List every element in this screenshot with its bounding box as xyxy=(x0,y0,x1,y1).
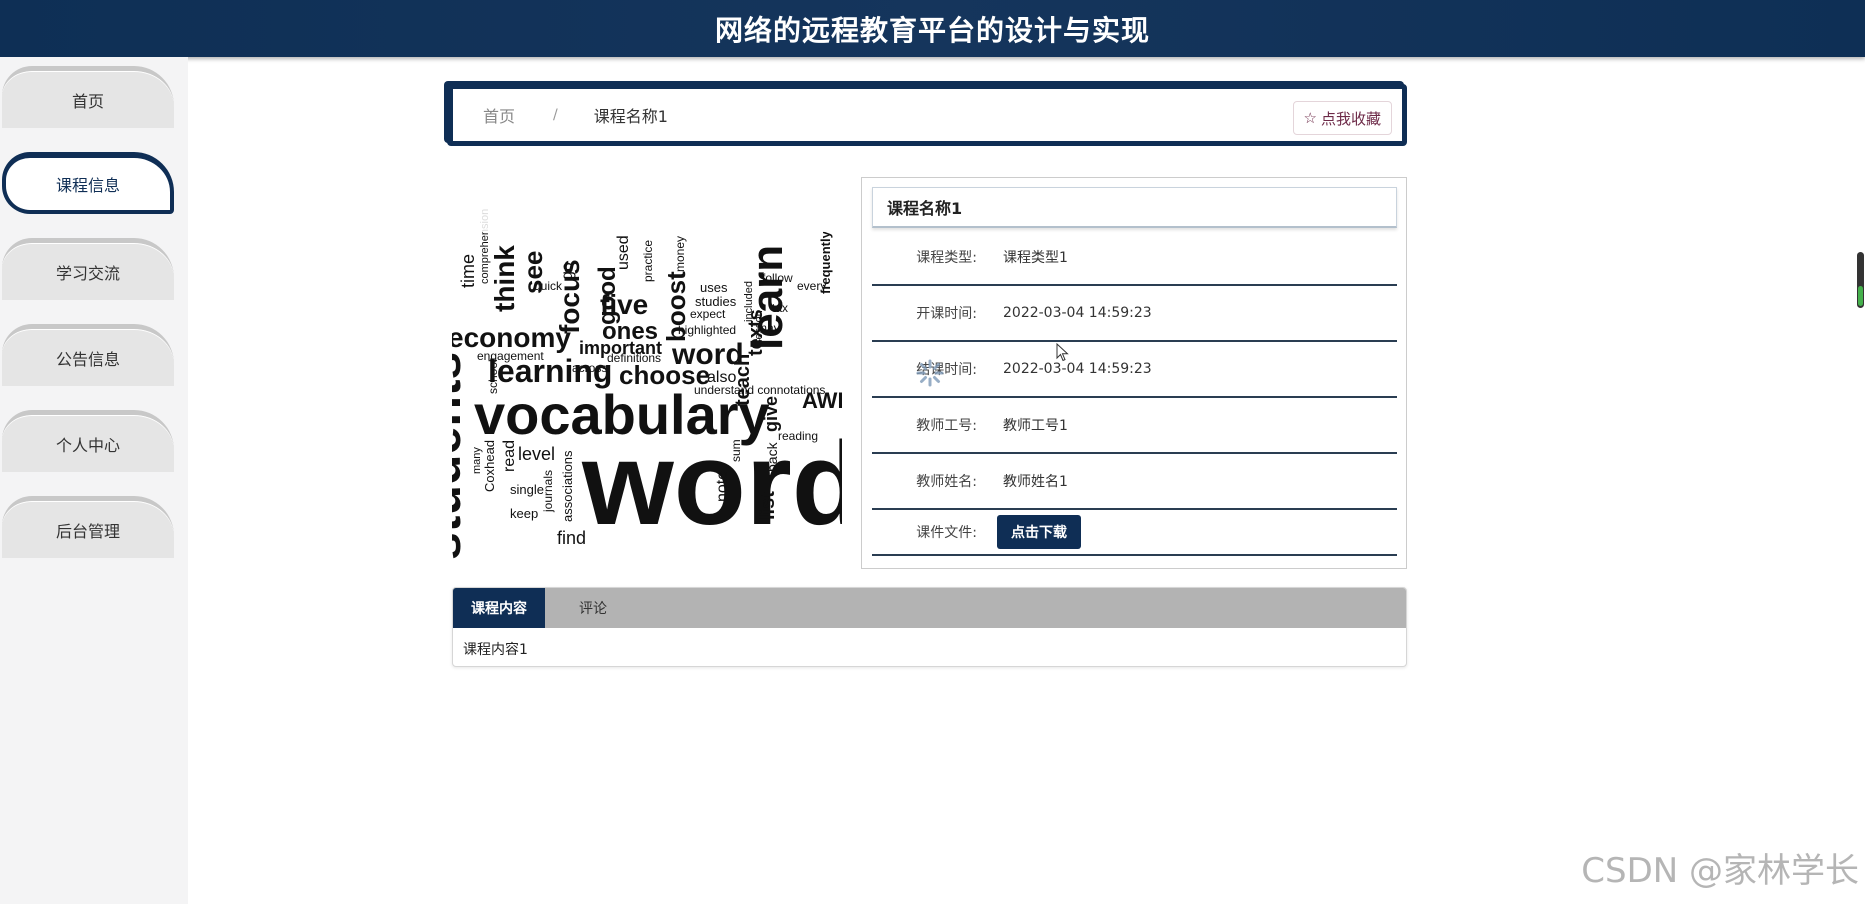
star-outline-icon: ☆ xyxy=(1303,109,1317,127)
tab-course-content[interactable]: 课程内容 xyxy=(453,588,545,628)
site-title: 网络的远程教育平台的设计与实现 xyxy=(714,13,1150,47)
sidebar-item-study-exchange[interactable]: 学习交流 xyxy=(2,238,174,300)
word-cloud-word: keep xyxy=(510,506,538,521)
info-label: 开课时间: xyxy=(916,306,977,322)
word-cloud-word: uses xyxy=(700,280,728,295)
word-cloud-word: journals xyxy=(541,470,555,513)
word-cloud-word: find xyxy=(557,528,586,548)
favorite-label: 点我收藏 xyxy=(1320,109,1381,128)
word-cloud-word: highlighted xyxy=(678,323,736,337)
sidebar: 首页 课程信息 学习交流 公告信息 个人中心 后台管理 xyxy=(0,57,188,904)
breadcrumb-separator: / xyxy=(553,107,558,123)
word-cloud-word: back xyxy=(764,441,780,472)
scroll-indicator[interactable] xyxy=(1857,252,1864,308)
watermark-text: CSDN @家林学长 xyxy=(1581,851,1859,891)
sidebar-item-home[interactable]: 首页 xyxy=(2,66,174,128)
word-cloud-graphic: wordvocabularylearningstudentseconomy lea… xyxy=(452,172,842,560)
word-cloud-word: definitions xyxy=(607,351,661,365)
loading-spinner-icon xyxy=(916,359,944,387)
word-cloud-word: many xyxy=(471,447,483,474)
word-cloud-word: list xyxy=(757,491,779,520)
mouse-cursor-icon xyxy=(1056,343,1069,362)
info-label: 课件文件: xyxy=(916,525,977,541)
word-cloud-word: tax xyxy=(772,301,788,315)
sidebar-item-admin[interactable]: 后台管理 xyxy=(2,496,174,558)
word-cloud-word: engagement xyxy=(477,349,544,363)
word-cloud-word: AWL xyxy=(802,388,842,413)
info-value: 教师姓名1 xyxy=(1003,474,1068,490)
info-value: 2022-03-04 14:59:23 xyxy=(1003,305,1152,321)
info-row-teacher-id: 教师工号: 教师工号1 xyxy=(872,398,1397,454)
word-cloud-word: follow xyxy=(762,271,793,285)
breadcrumb-current: 课程名称1 xyxy=(593,107,668,126)
sidebar-item-personal-center[interactable]: 个人中心 xyxy=(2,410,174,472)
word-cloud-word: across xyxy=(572,361,607,375)
word-cloud-word: practice xyxy=(641,240,655,282)
word-cloud-word: expect xyxy=(690,307,726,321)
info-value: 教师工号1 xyxy=(1003,418,1068,434)
word-cloud-word: used xyxy=(615,235,632,270)
word-cloud-word: time xyxy=(458,254,478,288)
info-row-start-time: 开课时间: 2022-03-04 14:59:23 xyxy=(872,286,1397,342)
info-value: 2022-03-04 14:59:23 xyxy=(1003,361,1152,377)
word-cloud-word: good xyxy=(594,266,621,325)
word-cloud-word: sum xyxy=(729,439,743,462)
info-row-courseware: 课件文件: 点击下载 xyxy=(872,510,1397,556)
sidebar-item-course-info[interactable]: 课程信息 xyxy=(2,152,174,214)
tabs-header: 课程内容 评论 xyxy=(453,588,1406,628)
course-tabs: 课程内容 评论 课程内容1 xyxy=(452,587,1407,667)
image-fade-overlay xyxy=(452,172,842,232)
info-label: 教师工号: xyxy=(916,418,977,434)
info-label: 教师姓名: xyxy=(916,474,977,490)
info-row-course-type: 课程类型: 课程类型1 xyxy=(872,230,1397,286)
favorite-button[interactable]: ☆ 点我收藏 xyxy=(1292,101,1392,135)
word-cloud-word: quick xyxy=(534,279,563,293)
tab-comments[interactable]: 评论 xyxy=(545,588,641,628)
download-button[interactable]: 点击下载 xyxy=(997,515,1081,549)
word-cloud-word: may xyxy=(757,321,780,335)
info-row-end-time: 结课时间: 2022-03-04 14:59:23 xyxy=(872,342,1397,398)
word-cloud-word: Coxhead xyxy=(482,440,497,492)
word-cloud-word: give xyxy=(761,396,781,432)
tab-content: 课程内容1 xyxy=(463,642,528,658)
word-cloud-word: level xyxy=(518,444,555,464)
word-cloud-word: go xyxy=(559,262,576,280)
info-label: 课程类型: xyxy=(916,250,977,266)
word-cloud-word: think xyxy=(489,245,520,312)
sidebar-item-announcements[interactable]: 公告信息 xyxy=(2,324,174,386)
word-cloud-word: money xyxy=(673,236,687,272)
top-header: 网络的远程教育平台的设计与实现 xyxy=(0,0,1865,57)
word-cloud-word: read xyxy=(501,440,518,472)
course-title: 课程名称1 xyxy=(872,187,1397,228)
word-cloud-word: note xyxy=(714,471,731,502)
breadcrumb-home-link[interactable]: 首页 xyxy=(483,103,515,127)
word-cloud-word: single xyxy=(510,482,544,497)
word-cloud-word: school xyxy=(486,359,500,394)
breadcrumb: 首页 / 课程名称1 ☆ 点我收藏 xyxy=(447,84,1407,146)
course-cover-image: word vocabulary learning students economy lea… xyxy=(452,172,842,567)
word-cloud-word: frequently xyxy=(818,230,833,294)
word-cloud-word: reading xyxy=(778,429,818,443)
info-row-teacher-name: 教师姓名: 教师姓名1 xyxy=(872,454,1397,510)
word-cloud-word: associations xyxy=(560,450,575,522)
word-cloud-word: students xyxy=(452,352,471,560)
info-value: 课程类型1 xyxy=(1003,250,1068,266)
